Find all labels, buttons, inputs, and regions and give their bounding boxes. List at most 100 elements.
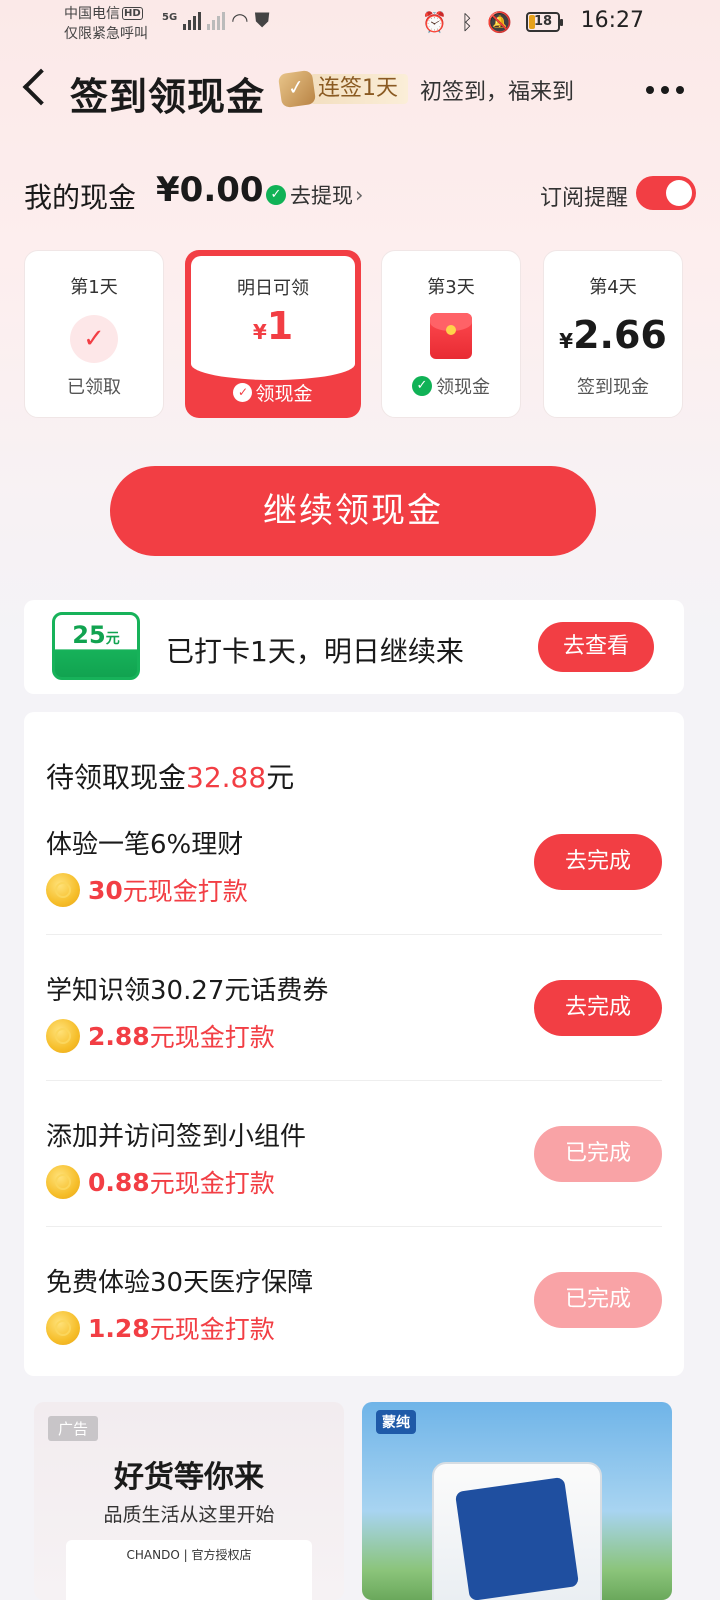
task-item: 体验一笔6%理财 30 元现金打款 去完成 xyxy=(46,824,662,970)
task-title: 学知识领30.27元话费券 xyxy=(46,976,329,1006)
check-icon: ✓ xyxy=(70,315,118,363)
task-reward: 0.88 元现金打款 xyxy=(46,1164,275,1200)
wechat-check-icon: ✓ xyxy=(266,185,286,205)
signal-icons: 5G ◠ ⛊ xyxy=(162,10,270,30)
clock: 16:27 xyxy=(580,8,644,33)
day-status: 已领取 xyxy=(67,377,121,398)
tomorrow-amount: ¥1 xyxy=(191,304,355,348)
coin-icon xyxy=(46,873,80,907)
ad-brand-logo: 蒙纯 xyxy=(376,1410,416,1434)
pending-prefix: 待领取现金 xyxy=(46,761,187,794)
currency-symbol: ¥ xyxy=(252,320,267,344)
task-item: 学知识领30.27元话费券 2.88 元现金打款 去完成 xyxy=(46,970,662,1116)
reward-amount: 0.88 xyxy=(88,1167,150,1197)
carrier-info: 中国电信 HD 仅限紧急呼叫 xyxy=(64,4,148,44)
task-item: 添加并访问签到小组件 0.88 元现金打款 已完成 xyxy=(46,1116,662,1262)
status-bar: 中国电信 HD 仅限紧急呼叫 5G ◠ ⛊ ⏰ ᛒ 🔕 18 16:27 xyxy=(0,0,720,48)
wifi-icon: ◠ xyxy=(231,8,249,32)
bluetooth-icon: ᛒ xyxy=(461,10,474,34)
battery-icon: 18 xyxy=(526,12,563,32)
alarm-icon: ⏰ xyxy=(422,10,448,34)
cash-amount: ¥0.00 xyxy=(156,170,264,210)
task-action-button[interactable]: 去完成 xyxy=(534,980,662,1036)
chevron-right-icon: › xyxy=(355,183,364,207)
banner-text: 已打卡1天，明日继续来 xyxy=(166,635,464,668)
reward-amount: 1.28 xyxy=(88,1313,150,1343)
day-status: 领现金 xyxy=(436,377,490,398)
subscribe-label: 订阅提醒 xyxy=(539,186,628,211)
checkin-banner: 25元 已打卡1天，明日继续来 去查看 xyxy=(24,600,684,694)
checkin-days: 第1天 ✓ 已领取 明日可领 ¥1 ✓ 领现金 第3天 ✓ 领现金 第4天 ¥2… xyxy=(24,250,696,420)
task-item: 免费体验30天医疗保障 1.28 元现金打款 已完成 xyxy=(46,1262,662,1408)
day-card-1[interactable]: 第1天 ✓ 已领取 xyxy=(24,250,164,418)
streak-badge: 连签1天 xyxy=(277,69,408,109)
ad-card-left[interactable]: 广告 好货等你来 品质生活从这里开始 CHANDO | 官方授权店 xyxy=(34,1402,344,1600)
withdraw-link[interactable]: ✓ 去提现 › xyxy=(266,180,363,210)
coin-icon xyxy=(46,1019,80,1053)
emergency-only-text: 仅限紧急呼叫 xyxy=(64,26,148,42)
day-title: 第3天 xyxy=(427,277,475,298)
day-status: 签到现金 xyxy=(577,377,649,398)
reward-amount: 2.88 xyxy=(88,1021,150,1051)
reward-amount: 30 xyxy=(88,875,123,905)
cash-summary: 我的现金 ¥0.00 ✓ 去提现 › 订阅提醒 xyxy=(24,170,696,220)
reward-suffix: 元现金打款 xyxy=(149,1023,275,1052)
cash-label: 我的现金 xyxy=(24,181,137,214)
header-slogan: 初签到，福来到 xyxy=(420,80,575,105)
task-done-button[interactable]: 已完成 xyxy=(534,1272,662,1328)
pending-cash-heading: 待领取现金32.88元 xyxy=(46,756,294,796)
task-reward: 2.88 元现金打款 xyxy=(46,1018,275,1054)
amount-value: 1 xyxy=(266,304,294,348)
carrier-name: 中国电信 xyxy=(64,6,120,22)
wechat-check-icon: ✓ xyxy=(233,383,253,402)
task-reward: 30 元现金打款 xyxy=(46,872,248,908)
day-status-row: ✓ 领现金 xyxy=(382,373,520,399)
ad-title: 好货等你来 xyxy=(114,1460,264,1495)
ad-subtitle: 品质生活从这里开始 xyxy=(103,1504,275,1526)
task-action-button[interactable]: 去完成 xyxy=(534,834,662,890)
day-title: 明日可领 xyxy=(237,278,309,299)
back-arrow-icon[interactable] xyxy=(22,68,60,106)
task-list: 待领取现金32.88元 体验一笔6%理财 30 元现金打款 去完成 学知识领30.… xyxy=(24,712,684,1376)
divider xyxy=(46,1080,662,1081)
ad-store-label: CHANDO | 官方授权店 xyxy=(66,1540,312,1600)
day-status: 领现金 xyxy=(255,383,313,405)
shield-icon: ⛊ xyxy=(254,8,270,32)
divider xyxy=(46,934,662,935)
coupon-unit: 元 xyxy=(105,631,120,647)
signal-strength-icon xyxy=(183,10,202,30)
checkin-box-icon xyxy=(277,69,317,109)
view-button[interactable]: 去查看 xyxy=(538,622,654,672)
coupon-amount: 25 xyxy=(72,621,106,649)
ad-card-right[interactable]: 蒙纯 xyxy=(362,1402,672,1600)
page-title: 签到领现金 xyxy=(70,75,266,119)
wechat-check-icon: ✓ xyxy=(412,376,432,396)
yogurt-product-image xyxy=(432,1462,602,1600)
task-done-button[interactable]: 已完成 xyxy=(534,1126,662,1182)
tomorrow-card-top: 明日可领 ¥1 xyxy=(191,256,355,380)
reward-suffix: 元现金打款 xyxy=(149,1315,275,1344)
hd-icon: HD xyxy=(122,7,143,20)
tomorrow-claim: ✓ 领现金 xyxy=(185,379,361,406)
day-title: 第4天 xyxy=(589,277,637,298)
reward-suffix: 元现金打款 xyxy=(149,1169,275,1198)
more-options-icon[interactable] xyxy=(646,86,684,94)
currency-symbol: ¥ xyxy=(559,329,574,353)
amount-value: 2.66 xyxy=(573,313,667,357)
day-card-4[interactable]: 第4天 ¥2.66 签到现金 xyxy=(543,250,683,418)
task-title: 添加并访问签到小组件 xyxy=(46,1122,307,1152)
task-reward: 1.28 元现金打款 xyxy=(46,1310,275,1346)
pending-suffix: 元 xyxy=(266,761,295,794)
task-title: 体验一笔6%理财 xyxy=(46,830,244,860)
signal-no-service-icon xyxy=(207,10,226,30)
withdraw-label: 去提现 xyxy=(290,184,353,208)
day-title: 第1天 xyxy=(70,277,118,298)
continue-claim-button[interactable]: 继续领现金 xyxy=(110,466,596,556)
divider xyxy=(46,1226,662,1227)
day-card-tomorrow[interactable]: 明日可领 ¥1 ✓ 领现金 xyxy=(185,250,361,418)
subscribe-toggle[interactable] xyxy=(636,176,696,210)
reward-suffix: 元现金打款 xyxy=(122,877,248,906)
day-card-3[interactable]: 第3天 ✓ 领现金 xyxy=(381,250,521,418)
coin-icon xyxy=(46,1165,80,1199)
yogurt-label-graphic xyxy=(454,1476,580,1600)
